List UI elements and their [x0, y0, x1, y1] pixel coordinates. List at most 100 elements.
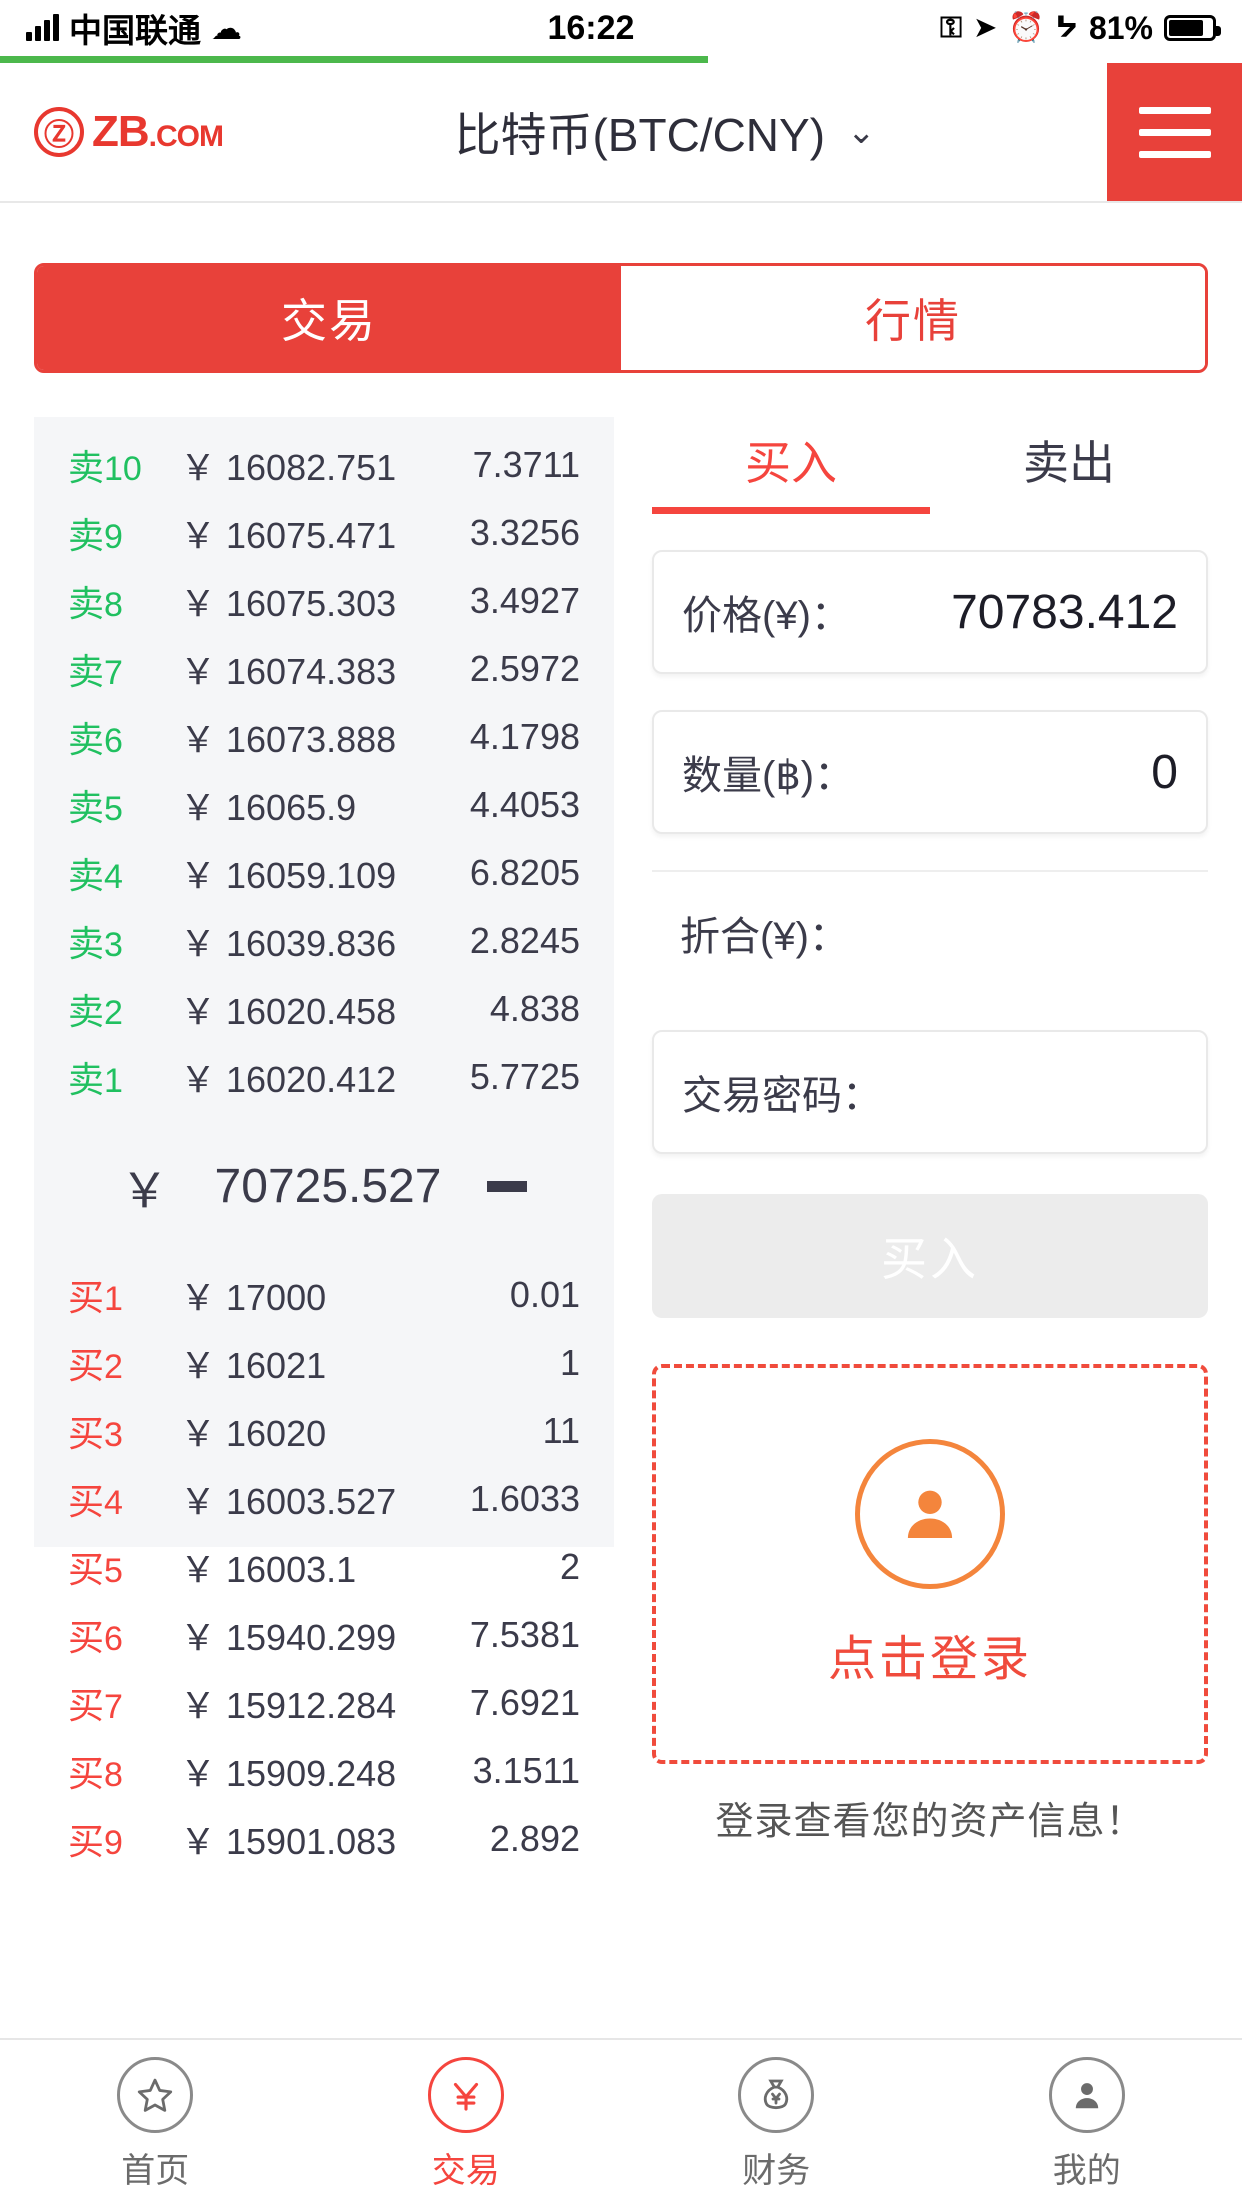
bottom-nav: 首页 交易 财务 我的 — [0, 2038, 1242, 2208]
amount-label: 数量(฿)： — [682, 754, 855, 798]
order-price: ￥ 16003.1 — [180, 1549, 357, 1590]
order-amount: 2.8245 — [469, 920, 580, 961]
table-row[interactable]: 买5 ￥ 16003.1 2 — [68, 1533, 580, 1601]
order-label: 卖2 — [68, 991, 123, 1032]
order-label: 卖8 — [68, 583, 123, 624]
tab-buy[interactable]: 买入 — [652, 427, 930, 514]
order-price: ￥ 16003.527 — [180, 1481, 397, 1522]
login-prompt-box[interactable]: 点击登录 — [652, 1364, 1208, 1764]
trade-password-field[interactable]: 交易密码： — [652, 1030, 1208, 1154]
zb-logo[interactable]: Ⓩ ZB.COM — [0, 63, 224, 201]
amount-field[interactable]: 数量(฿)： 0 — [652, 710, 1208, 834]
status-bar-right: ⚿ ➤ ⏰ ᔭ 81% — [940, 10, 1221, 47]
order-amount: 4.4053 — [469, 784, 580, 825]
total-label: 折合(¥)： — [680, 915, 849, 959]
table-row[interactable]: 卖7 ￥ 16074.383 2.5972 — [68, 635, 580, 703]
table-row[interactable]: 买3 ￥ 16020 11 — [68, 1397, 580, 1465]
login-prompt-label: 点击登录 — [827, 1633, 1032, 1686]
carrier-label: 中国联通 — [69, 12, 201, 49]
order-amount: 2.5972 — [469, 648, 580, 689]
table-row[interactable]: 卖6 ￥ 16073.888 4.1798 — [68, 703, 580, 771]
app-header: Ⓩ ZB.COM 比特币(BTC/CNY) ⌄ — [0, 63, 1242, 203]
hamburger-menu-icon[interactable] — [1107, 63, 1242, 201]
order-price: ￥ 16039.836 — [180, 923, 397, 964]
status-bar-left: 中国联通 ☁ — [26, 4, 242, 52]
tab-trade[interactable]: 交易 — [37, 266, 621, 370]
bluetooth-icon: ᔭ — [1055, 11, 1078, 44]
last-price-row: ￥ 70725.527 — [68, 1111, 580, 1261]
table-row[interactable]: 买4 ￥ 16003.527 1.6033 — [68, 1465, 580, 1533]
tab-market[interactable]: 行情 — [621, 266, 1205, 370]
order-price: ￥ 15901.083 — [180, 1821, 397, 1862]
last-price-value: 70725.527 — [214, 1159, 442, 1213]
order-price: ￥ 16021 — [180, 1345, 327, 1386]
trade-password-label: 交易密码： — [682, 1074, 882, 1118]
table-row[interactable]: 卖3 ￥ 16039.836 2.8245 — [68, 907, 580, 975]
order-amount: 7.3711 — [472, 444, 580, 485]
nav-item-trade[interactable]: 交易 — [311, 2056, 622, 2192]
order-amount: 3.3256 — [469, 512, 580, 553]
pair-title: 比特币(BTC/CNY) — [454, 109, 826, 161]
pair-selector[interactable]: 比特币(BTC/CNY) ⌄ — [223, 63, 1107, 201]
order-amount: 0.01 — [509, 1274, 580, 1315]
order-label: 买9 — [68, 1821, 123, 1862]
order-amount: 2.892 — [489, 1818, 580, 1859]
price-label: 价格(¥)： — [682, 594, 851, 638]
nav-item-finance[interactable]: 财务 — [621, 2056, 932, 2192]
nav-label-finance: 财务 — [742, 2151, 811, 2190]
content-area: 卖10 ￥ 16082.751 7.3711 卖9 ￥ 16075.471 3.3256 卖… — [0, 417, 1242, 1862]
nav-item-profile[interactable]: 我的 — [932, 2056, 1242, 2192]
order-amount: 5.7725 — [469, 1056, 580, 1097]
price-field[interactable]: 价格(¥)： 70783.412 — [652, 550, 1208, 674]
table-row[interactable]: 卖2 ￥ 16020.458 4.838 — [68, 975, 580, 1043]
order-label: 买3 — [68, 1413, 123, 1454]
nav-label-trade: 交易 — [431, 2151, 500, 2190]
table-row[interactable]: 买9 ￥ 15901.083 2.892 — [68, 1805, 580, 1873]
order-price: ￥ 16075.471 — [180, 515, 397, 556]
order-label: 买4 — [68, 1481, 123, 1522]
order-amount: 3.4927 — [469, 580, 580, 621]
money-bag-icon — [738, 2056, 815, 2133]
submit-buy-button[interactable]: 买入 — [652, 1194, 1208, 1318]
table-row[interactable]: 买8 ￥ 15909.248 3.1511 — [68, 1737, 580, 1805]
total-field: 折合(¥)： — [652, 870, 1208, 994]
order-amount: 2 — [559, 1546, 580, 1587]
wifi-icon: ☁ — [211, 10, 242, 46]
order-price: ￥ 16020.458 — [180, 991, 397, 1032]
trade-form: 买入 卖出 价格(¥)： 70783.412 数量(฿)： 0 折合(¥)： 交… — [614, 417, 1242, 1843]
order-amount: 3.1511 — [472, 1750, 580, 1791]
order-label: 卖7 — [68, 651, 123, 692]
table-row[interactable]: 卖1 ￥ 16020.412 5.7725 — [68, 1043, 580, 1111]
order-label: 卖1 — [68, 1059, 123, 1100]
main-tabs: 交易 行情 — [34, 263, 1208, 373]
trend-flat-icon — [487, 1180, 528, 1192]
order-price: ￥ 16082.751 — [180, 447, 397, 488]
trade-yuan-icon — [427, 2056, 504, 2133]
status-bar: 中国联通 ☁ 16:22 ⚿ ➤ ⏰ ᔭ 81% — [0, 0, 1242, 56]
order-label: 买6 — [68, 1617, 123, 1658]
order-price: ￥ 15909.248 — [180, 1753, 397, 1794]
table-row[interactable]: 买2 ￥ 16021 1 — [68, 1329, 580, 1397]
table-row[interactable]: 卖4 ￥ 16059.109 6.8205 — [68, 839, 580, 907]
order-label: 卖10 — [68, 447, 142, 488]
signal-bars-icon — [26, 14, 59, 41]
table-row[interactable]: 买6 ￥ 15940.299 7.5381 — [68, 1601, 580, 1669]
price-input[interactable]: 70783.412 — [851, 585, 1178, 640]
table-row[interactable]: 卖10 ￥ 16082.751 7.3711 — [68, 431, 580, 499]
zb-logo-text: ZB.COM — [92, 107, 224, 157]
table-row[interactable]: 卖8 ￥ 16075.303 3.4927 — [68, 567, 580, 635]
order-price: ￥ 16020.412 — [180, 1059, 397, 1100]
order-book: 卖10 ￥ 16082.751 7.3711 卖9 ￥ 16075.471 3.3256 卖… — [34, 417, 614, 1862]
login-note-label: 登录查看您的资产信息！ — [715, 1801, 1145, 1843]
table-row[interactable]: 买7 ￥ 15912.284 7.6921 — [68, 1669, 580, 1737]
amount-input[interactable]: 0 — [854, 745, 1178, 800]
sell-orders-list: 卖10 ￥ 16082.751 7.3711 卖9 ￥ 16075.471 3.3256 卖… — [68, 431, 580, 1111]
nav-item-home[interactable]: 首页 — [0, 2056, 311, 2192]
tab-sell[interactable]: 卖出 — [930, 427, 1208, 514]
page-load-progress-bar — [0, 56, 708, 63]
table-row[interactable]: 卖5 ￥ 16065.9 4.4053 — [68, 771, 580, 839]
table-row[interactable]: 卖9 ￥ 16075.471 3.3256 — [68, 499, 580, 567]
order-label: 买2 — [68, 1345, 123, 1386]
table-row[interactable]: 买1 ￥ 17000 0.01 — [68, 1261, 580, 1329]
app-screen: 中国联通 ☁ 16:22 ⚿ ➤ ⏰ ᔭ 81% Ⓩ ZB.COM 比特币(BT… — [0, 0, 1242, 2208]
